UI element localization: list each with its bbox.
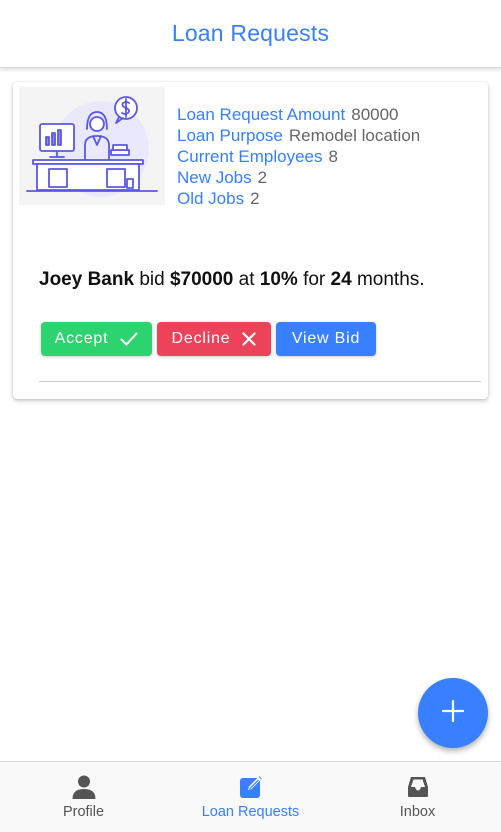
page-title: Loan Requests (171, 20, 330, 46)
tab-label: Profile (62, 804, 105, 820)
person-at-desk-illustration (26, 96, 158, 197)
file-tray-icon (405, 773, 431, 801)
detail-value: 2 (257, 168, 268, 187)
detail-new-jobs: New Jobs 2 (177, 167, 477, 188)
bid-months: 24 (330, 269, 352, 290)
detail-label: Loan Request Amount (177, 105, 346, 124)
tab-inbox[interactable]: Inbox (334, 762, 501, 832)
loan-illustration (19, 87, 165, 205)
detail-label: Loan Purpose (177, 126, 283, 145)
bid-text: bid (134, 269, 170, 290)
loan-details: Loan Request Amount 80000 Loan Purpose Rem… (177, 104, 477, 209)
detail-value: 2 (250, 189, 260, 208)
bid-text: for (297, 269, 331, 290)
create-icon (238, 773, 264, 801)
detail-value: 8 (328, 147, 338, 166)
accept-button-label: Accept (54, 330, 109, 347)
decline-button[interactable]: Decline (157, 322, 271, 356)
detail-old-jobs: Old Jobs 2 (177, 188, 477, 209)
view-bid-button[interactable]: View Bid (276, 322, 376, 356)
person-icon (71, 773, 97, 801)
detail-loan-purpose: Loan Purpose Remodel location (177, 125, 477, 146)
tab-label: Loan Requests (201, 804, 300, 820)
top-toolbar: Loan Requests (0, 0, 501, 68)
detail-loan-amount: Loan Request Amount 80000 (177, 104, 477, 125)
checkmark-icon (120, 332, 138, 346)
tab-profile[interactable]: Profile (0, 762, 167, 832)
bid-amount: $70000 (169, 269, 234, 290)
bid-text: at (233, 269, 260, 290)
detail-label: Old Jobs (177, 189, 245, 208)
card-divider (39, 381, 481, 382)
bid-rate: 10% (259, 269, 298, 290)
accept-button[interactable]: Accept (41, 322, 152, 356)
bid-actions: Accept Decline View Bid (41, 322, 376, 356)
detail-current-employees: Current Employees 8 (177, 146, 477, 167)
bid-summary: Joey Bank bid $70000 at 10% for 24 month… (39, 269, 425, 291)
loan-request-card[interactable]: Loan Request Amount 80000 Loan Purpose Rem… (13, 82, 488, 399)
decline-button-label: Decline (171, 330, 231, 347)
close-icon (242, 332, 257, 346)
bid-bank-name: Joey Bank (39, 269, 135, 290)
view-bid-button-label: View Bid (291, 330, 361, 347)
add-icon (441, 699, 465, 728)
tab-label: Inbox (399, 804, 436, 820)
detail-value: Remodel location (288, 126, 421, 145)
app: Loan Requests Loan Request Amount 80000 … (0, 0, 501, 832)
add-loan-request-fab[interactable] (418, 678, 488, 748)
detail-value: 80000 (351, 105, 399, 124)
bid-text: months. (351, 269, 425, 290)
detail-label: Current Employees (177, 147, 323, 166)
bottom-tab-bar: Profile Loan Requests Inbox (0, 761, 501, 832)
detail-label: New Jobs (177, 168, 252, 187)
tab-loan-requests[interactable]: Loan Requests (167, 762, 334, 832)
